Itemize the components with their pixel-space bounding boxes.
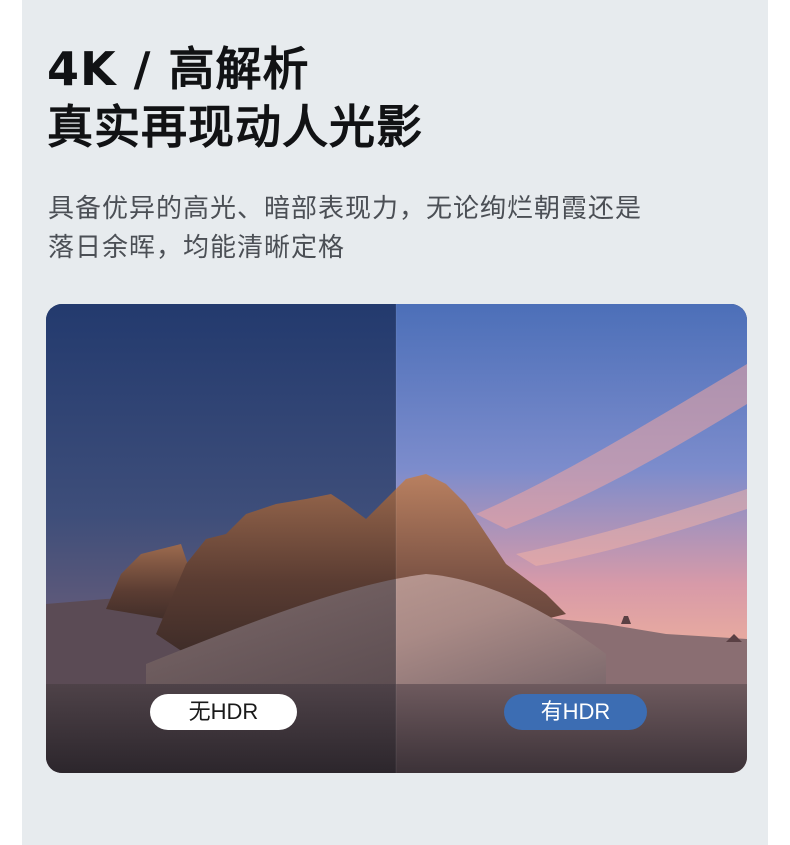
description: 具备优异的高光、暗部表现力，无论绚烂朝霞还是 落日余晖，均能清晰定格 — [48, 190, 748, 268]
with-hdr-label: 有HDR — [504, 694, 647, 730]
headline-line-1: 4K / 高解析 — [47, 42, 310, 96]
headline: 4K / 高解析 真实再现动人光影 — [47, 40, 423, 156]
no-hdr-label: 无HDR — [150, 694, 297, 730]
description-line-1: 具备优异的高光、暗部表现力，无论绚烂朝霞还是 — [48, 194, 643, 224]
hdr-comparison-image: 无HDR 有HDR — [46, 304, 747, 773]
description-line-2: 落日余晖，均能清晰定格 — [48, 233, 346, 263]
headline-line-2: 真实再现动人光影 — [47, 100, 423, 154]
